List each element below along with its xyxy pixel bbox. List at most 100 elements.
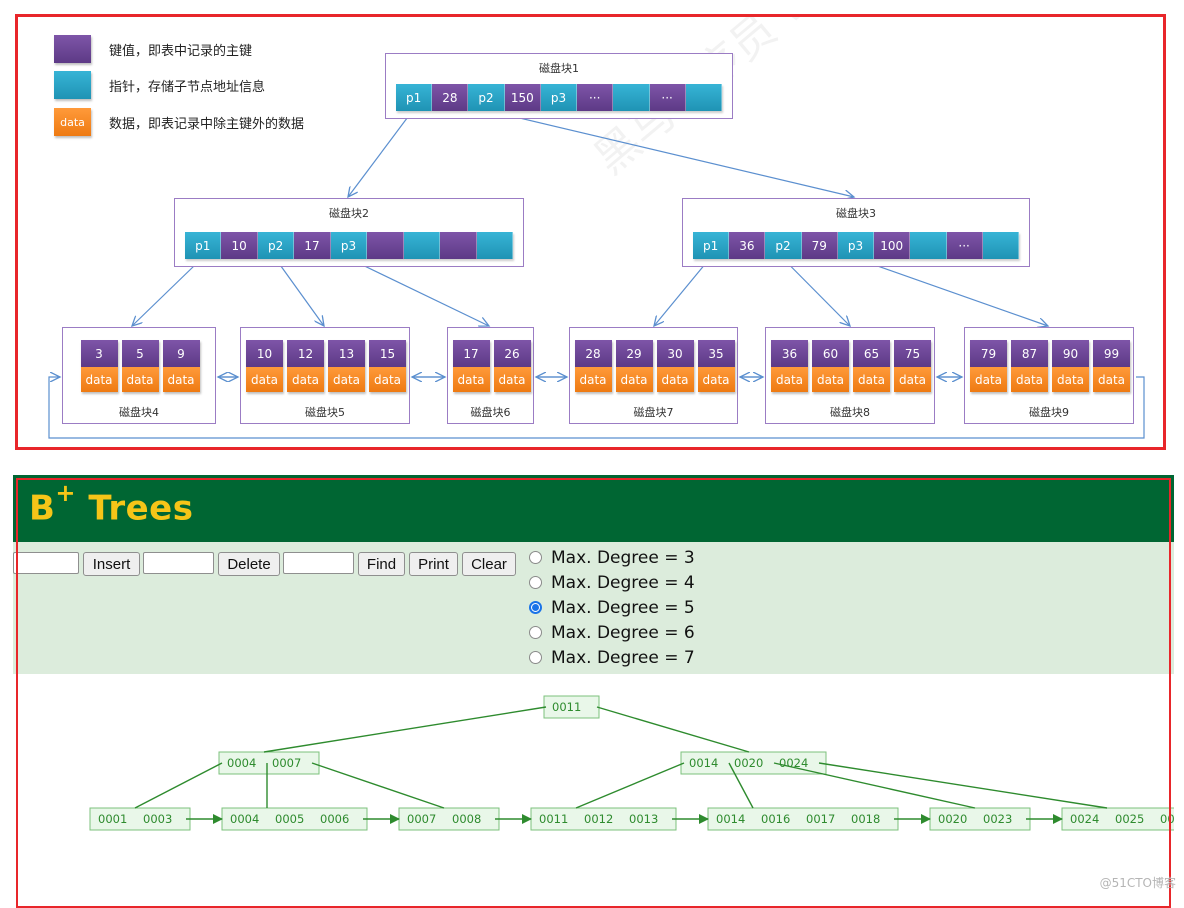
legend-text: 指针，存储子节点地址信息 <box>109 79 266 95</box>
disk-block7: 28 data 29 data 30 data 35 data 磁盘块7 <box>569 327 738 424</box>
leaf-record: 79 data <box>970 340 1007 392</box>
legend-text: 键值，即表中记录的主键 <box>109 43 253 59</box>
pointer-cell: p3 <box>837 232 875 259</box>
delete-button[interactable]: Delete <box>218 552 280 576</box>
leaf-record: 36 data <box>771 340 808 392</box>
find-input[interactable] <box>283 552 354 574</box>
radio-label: Max. Degree = 5 <box>551 597 695 618</box>
radio-unselected[interactable] <box>529 576 542 589</box>
radio-selected[interactable] <box>529 601 542 614</box>
pointer-cell: p3 <box>540 84 578 111</box>
data-cell: data <box>894 367 931 392</box>
key-cell: 90 <box>1052 340 1089 367</box>
key-cell: 36 <box>771 340 808 367</box>
leaf-record: 60 data <box>812 340 849 392</box>
internal-node: 0004 0007 <box>218 751 320 775</box>
leaf-record: 17 data <box>452 340 490 392</box>
node-key: 0003 <box>143 812 172 826</box>
key-cell: 26 <box>493 340 531 367</box>
leaf-record: 65 data <box>853 340 890 392</box>
pointer-cell: p2 <box>765 232 802 259</box>
leaf-node: 0011 0012 0013 <box>530 807 677 831</box>
leaf-record: 12 data <box>287 340 324 392</box>
legend-swatch-key <box>54 35 91 63</box>
node-key: 0008 <box>452 812 481 826</box>
leaf-record: 35 data <box>697 340 735 392</box>
tree-edge <box>596 706 750 753</box>
insert-button[interactable]: Insert <box>83 552 140 576</box>
node-key: 0023 <box>983 812 1012 826</box>
data-cell: data <box>812 367 849 392</box>
legend-text: 数据，即表记录中除主键外的数据 <box>109 116 305 132</box>
data-cell: data <box>369 367 406 392</box>
data-cell: data <box>615 367 653 392</box>
data-cell: data <box>1011 367 1048 392</box>
key-cell <box>440 232 477 259</box>
data-cell: data <box>656 367 694 392</box>
leaf-record: 9 data <box>162 340 200 392</box>
key-cell: 100 <box>874 232 911 259</box>
legend-item-data: data 数据，即表记录中除主键外的数据 <box>54 108 304 136</box>
max-degree-option-5[interactable]: Max. Degree = 5 <box>529 595 695 620</box>
max-degree-option-7[interactable]: Max. Degree = 7 <box>529 645 695 670</box>
key-cell: 87 <box>1011 340 1048 367</box>
key-cell: 15 <box>369 340 406 367</box>
pointer-arrow-block2-p2 <box>274 257 324 326</box>
leaf-record: 5 data <box>121 340 159 392</box>
pointer-arrow-block3-p2 <box>782 257 850 326</box>
disk-block-title: 磁盘块9 <box>1029 406 1069 419</box>
max-degree-option-6[interactable]: Max. Degree = 6 <box>529 620 695 645</box>
pointer-cell: p1 <box>396 84 433 111</box>
pointer-cell <box>910 232 947 259</box>
leaf-node: 0007 0008 <box>398 807 500 831</box>
node-key: 0001 <box>98 812 127 826</box>
key-cell: 65 <box>853 340 890 367</box>
find-button[interactable]: Find <box>358 552 405 576</box>
disk-block8: 36 data 60 data 65 data 75 data 磁盘块8 <box>765 327 935 424</box>
max-degree-option-3[interactable]: Max. Degree = 3 <box>529 545 695 570</box>
print-button[interactable]: Print <box>409 552 458 576</box>
key-cell: 17 <box>294 232 331 259</box>
key-cell: ··· <box>946 232 983 259</box>
disk-block3: 磁盘块3 p1 36 p2 79 p3 100 ··· <box>682 198 1030 267</box>
leaf-node: 0020 0023 <box>929 807 1031 831</box>
key-cell: 60 <box>812 340 849 367</box>
key-cell: 150 <box>504 84 541 111</box>
disk-block-title: 磁盘块1 <box>539 62 579 75</box>
tree-edge <box>263 706 547 753</box>
disk-block-title: 磁盘块2 <box>329 207 369 220</box>
radio-unselected[interactable] <box>529 651 542 664</box>
pointer-cell <box>476 232 513 259</box>
bplus-tree-visualization: 0001 0003 0004 0005 0006 0007 0008 0011 0012 0013… <box>89 695 1174 831</box>
node-key: 0007 <box>407 812 436 826</box>
key-cell: 36 <box>729 232 766 259</box>
controls-panel: Insert Delete Find Print Clear Max. Degr… <box>13 542 1174 674</box>
radio-unselected[interactable] <box>529 551 542 564</box>
node-key: 0013 <box>629 812 658 826</box>
key-cell: 79 <box>801 232 838 259</box>
node-key: 0004 <box>230 812 259 826</box>
leaf-record: 28 data <box>574 340 612 392</box>
leaf-record: 15 data <box>369 340 406 392</box>
pointer-cell: p1 <box>693 232 730 259</box>
radio-unselected[interactable] <box>529 626 542 639</box>
pointer-cell <box>403 232 441 259</box>
disk-block2: 磁盘块2 p1 10 p2 17 p3 <box>174 198 524 267</box>
pointer-cell: p2 <box>257 232 295 259</box>
radio-label: Max. Degree = 3 <box>551 547 695 568</box>
delete-input[interactable] <box>143 552 214 574</box>
key-cell: 12 <box>287 340 324 367</box>
leaf-record: 3 data <box>80 340 118 392</box>
data-cell: data <box>452 367 490 392</box>
clear-button[interactable]: Clear <box>462 552 516 576</box>
node-key: 0014 <box>689 756 718 770</box>
root-node: 0011 <box>543 695 600 719</box>
insert-input[interactable] <box>13 552 79 574</box>
disk-block-title: 磁盘块8 <box>830 406 870 419</box>
tree-edge <box>311 762 445 809</box>
max-degree-option-4[interactable]: Max. Degree = 4 <box>529 570 695 595</box>
node-key: 0024 <box>1070 812 1099 826</box>
pointer-cell <box>613 84 650 111</box>
leaf-record: 75 data <box>894 340 931 392</box>
pointer-cell: p1 <box>185 232 222 259</box>
